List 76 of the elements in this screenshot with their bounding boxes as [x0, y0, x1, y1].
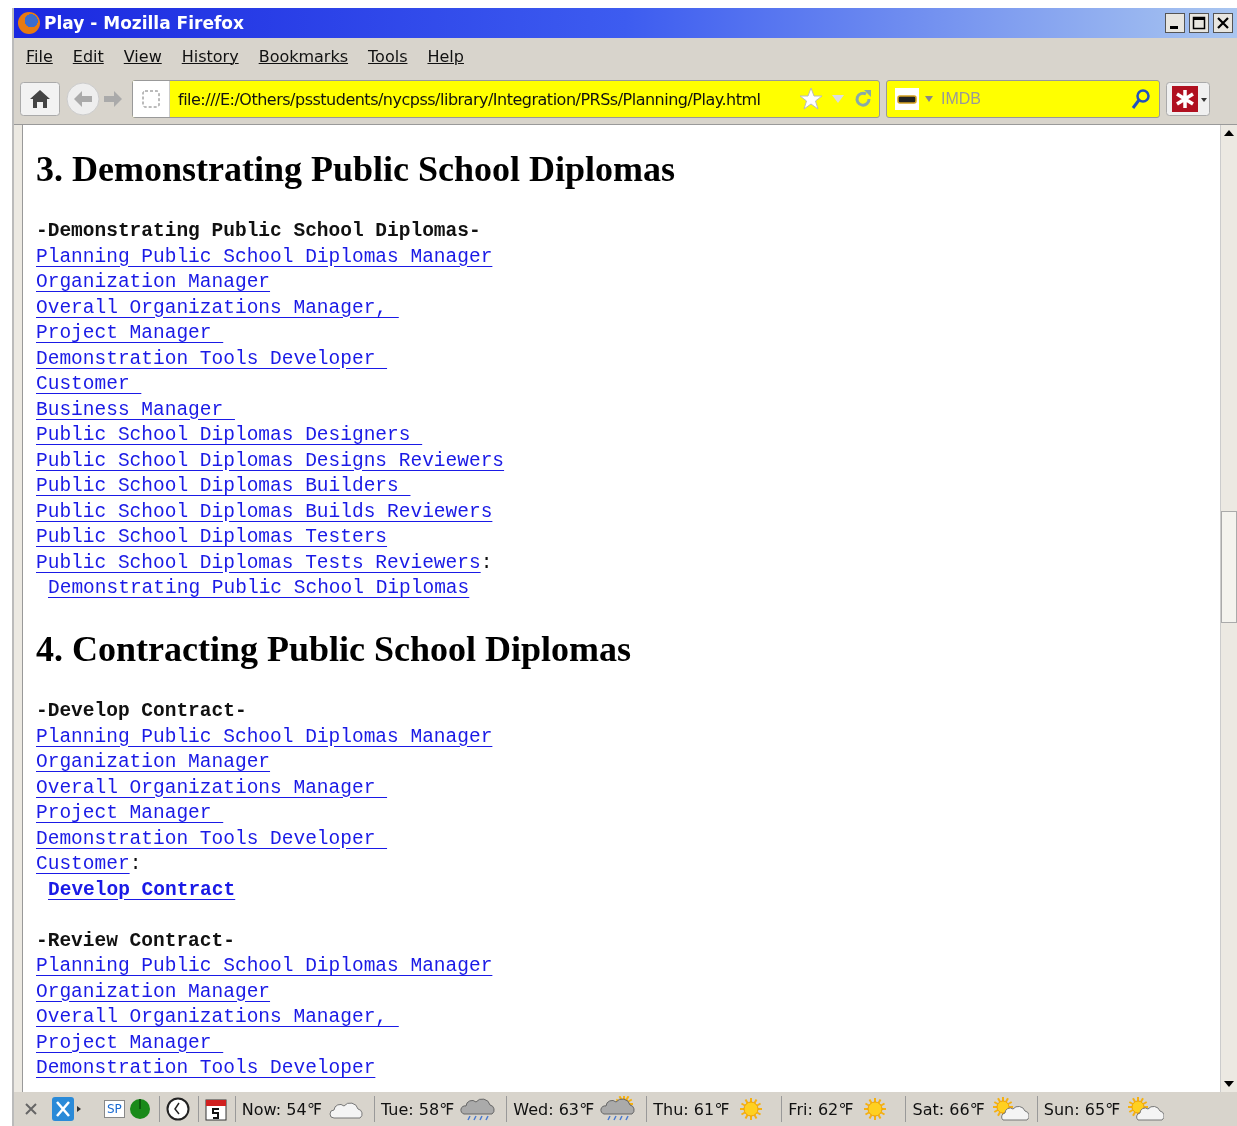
- role-link[interactable]: Public School Diplomas Tests Reviewers: [36, 551, 481, 574]
- section-heading: 3. Demonstrating Public School Diplomas: [36, 148, 677, 191]
- role-link[interactable]: Customer: [36, 373, 142, 395]
- role-link[interactable]: Planning Public School Diplomas Manager: [36, 725, 493, 748]
- menu-item[interactable]: Edit: [72, 46, 104, 66]
- maximize-button[interactable]: [1189, 13, 1209, 33]
- role-link[interactable]: Public School Diplomas Testers: [36, 526, 388, 548]
- browser-logo-icon: [18, 12, 40, 34]
- role-link[interactable]: Organization Manager: [36, 271, 271, 293]
- role-link[interactable]: Organization Manager: [36, 980, 271, 1003]
- addon-icon[interactable]: [1166, 82, 1210, 116]
- action-link[interactable]: Develop Contract: [48, 878, 236, 901]
- weather-text: Tue: 58℉: [380, 1099, 455, 1119]
- role-link[interactable]: Organization Manager: [36, 751, 271, 773]
- weather-text: Sun: 65℉: [1043, 1099, 1121, 1119]
- role-link[interactable]: Project Manager: [36, 1031, 224, 1054]
- home-icon[interactable]: [20, 82, 60, 116]
- weather-item[interactable]: Thu: 61℉: [647, 1096, 783, 1122]
- section-heading: 4. Contracting Public School Diplomas: [36, 628, 633, 671]
- weather-text: Sat: 66℉: [912, 1099, 985, 1119]
- role-link[interactable]: Business Manager: [36, 398, 235, 421]
- close-button[interactable]: [1213, 13, 1233, 33]
- role-link[interactable]: Planning Public School Diplomas Manager: [36, 245, 493, 268]
- sp-badge[interactable]: SP: [104, 1100, 125, 1118]
- role-link[interactable]: Public School Diplomas Builds Reviewers: [36, 500, 493, 523]
- weather-item[interactable]: Fri: 62℉: [782, 1096, 907, 1122]
- search-field[interactable]: IMDB: [939, 89, 1125, 109]
- weather-text: Fri: 62℉: [788, 1099, 854, 1119]
- menu-item[interactable]: Help: [427, 46, 464, 66]
- url-text: file:///E:/Others/psstudents/nycpss/library/Integration/PRSs/Planning/Play.html: [178, 89, 762, 109]
- scrollbar-thumb[interactable]: [1221, 511, 1237, 623]
- weather-item[interactable]: Now: 54℉: [235, 1096, 375, 1122]
- weather-item[interactable]: Sun: 65℉: [1037, 1096, 1173, 1122]
- role-link[interactable]: Public School Diplomas Designs Reviewers: [36, 449, 505, 472]
- weather-text: Now: 54℉: [241, 1099, 322, 1119]
- role-link[interactable]: Overall Organizations Manager: [36, 776, 388, 799]
- role-link[interactable]: Project Manager: [36, 802, 224, 824]
- role-link[interactable]: Demonstration Tools Developer: [36, 827, 388, 850]
- search-bar[interactable]: IMDB: [886, 80, 1160, 118]
- menu-item[interactable]: File: [26, 46, 53, 66]
- weather-item[interactable]: Tue: 58℉: [374, 1096, 508, 1122]
- role-link[interactable]: Overall Organizations Manager,: [36, 296, 399, 319]
- role-link[interactable]: Project Manager: [36, 322, 224, 344]
- weather-item[interactable]: Wed: 63℉: [507, 1096, 648, 1122]
- role-link[interactable]: Public School Diplomas Builders: [36, 475, 411, 497]
- search-engine-icon[interactable]: [895, 88, 919, 110]
- search-icon[interactable]: [1131, 88, 1151, 110]
- role-link[interactable]: Demonstration Tools Developer: [36, 347, 388, 370]
- block-label: -Develop Contract-: [36, 699, 248, 724]
- close-icon[interactable]: [24, 1102, 38, 1116]
- page-icon: [141, 89, 161, 109]
- star-icon[interactable]: [799, 87, 823, 111]
- menu-item[interactable]: Bookmarks: [258, 46, 349, 66]
- clock-icon[interactable]: [165, 1097, 190, 1121]
- menu-item[interactable]: History: [181, 46, 239, 66]
- dropdown-arrow-icon[interactable]: [925, 96, 933, 102]
- window-title: Play - Mozilla Firefox: [44, 13, 245, 33]
- role-link[interactable]: Public School Diplomas Designers: [36, 424, 423, 446]
- action-link[interactable]: Demonstrating Public School Diplomas: [48, 577, 470, 599]
- menu-item[interactable]: View: [123, 46, 162, 66]
- block-label: -Review Contract-: [36, 928, 236, 954]
- weather-item[interactable]: Sat: 66℉: [906, 1096, 1038, 1122]
- calendar-icon[interactable]: [204, 1097, 227, 1121]
- role-link[interactable]: Planning Public School Diplomas Manager: [36, 955, 493, 977]
- weather-text: Thu: 61℉: [653, 1099, 730, 1119]
- role-link[interactable]: Overall Organizations Manager,: [36, 1006, 399, 1028]
- colon-text: :: [480, 551, 493, 574]
- colon-text: :: [129, 853, 142, 875]
- block-label: -Demonstrating Public School Diplomas-: [36, 219, 482, 244]
- role-link[interactable]: Demonstration Tools Developer: [36, 1057, 376, 1079]
- minimize-button[interactable]: [1165, 13, 1185, 33]
- menu-item[interactable]: Tools: [368, 46, 408, 66]
- scrollbar[interactable]: [1220, 125, 1237, 1092]
- role-link[interactable]: Customer: [36, 853, 130, 875]
- weather-text: Wed: 63℉: [513, 1099, 595, 1119]
- address-bar[interactable]: file:///E:/Others/psstudents/nycpss/library/Integration/PRSs/Planning/Play.html: [132, 80, 880, 118]
